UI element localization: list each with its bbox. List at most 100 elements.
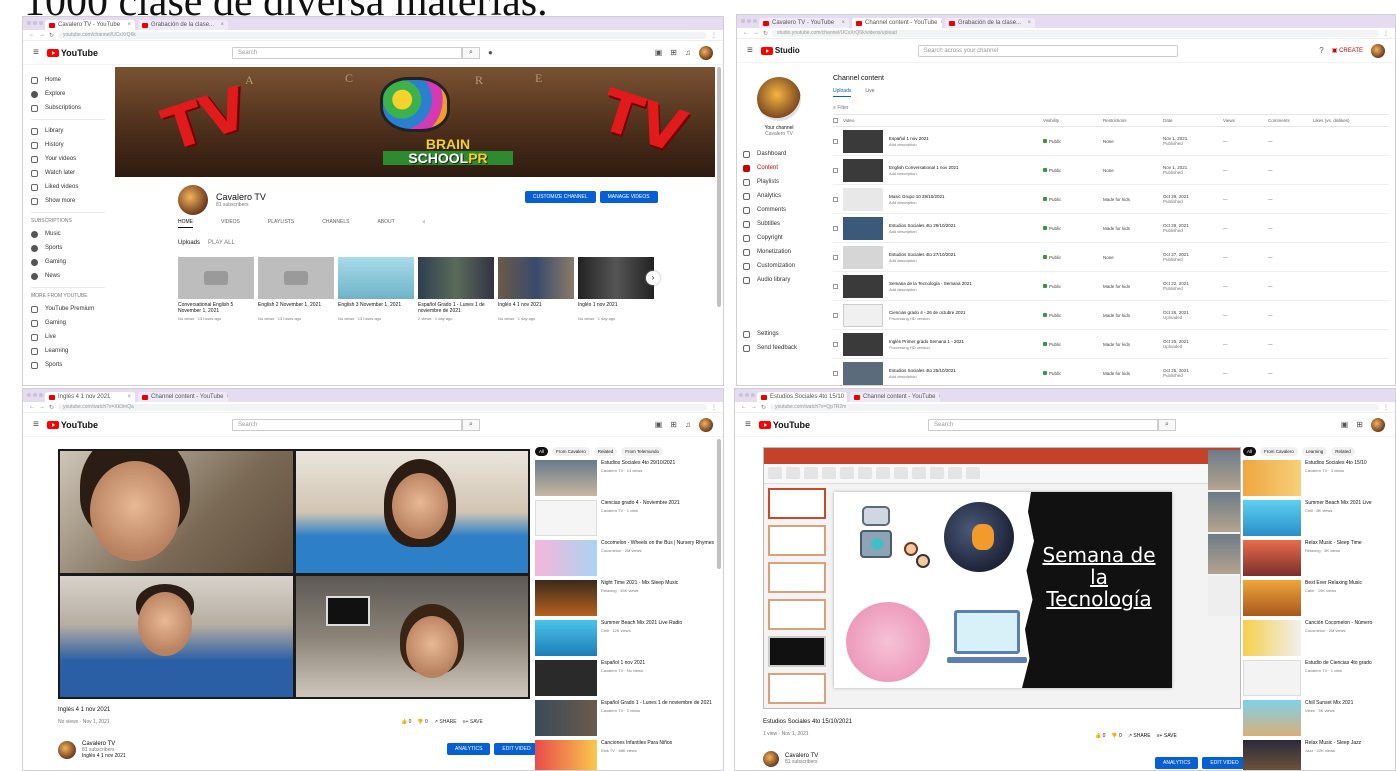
video-thumbnail[interactable] [535,540,597,576]
forward-icon[interactable]: → [751,404,757,410]
back-icon[interactable]: ← [743,30,749,36]
sidebar-item-explore[interactable]: Explore [31,87,105,101]
channel-avatar[interactable] [757,77,801,121]
chip[interactable]: From Telemundo [621,447,663,456]
channel-search-icon[interactable]: ⌕ [423,219,426,228]
edit-video-button[interactable]: EDIT VIDEO [1202,757,1247,769]
reload-icon[interactable]: ↻ [49,404,54,411]
search-button[interactable]: ⌕ [462,418,481,431]
video-card[interactable]: Inglés 1 nov 2021 No views · 1 day ago [578,257,654,321]
sidebar-item-home[interactable]: Home [31,73,105,87]
share-button[interactable]: ↗ SHARE [434,719,457,725]
search-button[interactable]: ⌕ [1158,418,1177,431]
window-controls[interactable] [27,21,43,25]
video-card[interactable]: English 3 November 1, 2021 No views · 13 … [338,257,414,321]
video-thumbnail[interactable] [578,257,654,299]
forward-icon[interactable]: → [753,30,759,36]
share-button[interactable]: ↗ SHARE [1128,733,1151,739]
list-item[interactable]: Summer Beach Mix 2021 Live Chill · 8K vie… [1243,500,1393,536]
video-thumbnail[interactable] [1243,580,1301,616]
window-controls[interactable] [741,19,757,23]
window-controls[interactable] [27,393,43,397]
account-avatar[interactable] [699,45,713,60]
video-thumbnail[interactable] [535,580,597,616]
list-item[interactable]: Español Grado 1 - Lunes 1 de noviembre d… [535,700,715,736]
close-tab-icon[interactable]: × [841,20,845,26]
analytics-button[interactable]: ANALYTICS [447,743,491,755]
table-row[interactable]: Estudios Sociales 4to 29/10/2021 Add desc… [833,214,1389,243]
sidebar-more-live[interactable]: Live [31,330,105,344]
reload-icon[interactable]: ↻ [761,404,766,411]
nav-dashboard[interactable]: Dashboard [743,147,815,161]
tab-uploads[interactable]: Uploads [833,88,852,97]
url-field[interactable]: youtube.com/channel/UCxXrQ6k [58,31,707,39]
url-field[interactable]: youtube.com/watch?v=Qp7R2m [770,403,1379,411]
nav-monetization[interactable]: Monetization [743,245,815,259]
video-thumbnail[interactable] [843,129,883,153]
menu-icon[interactable]: ≡ [33,419,39,430]
browser-tab[interactable]: Estudios Sociales 4to 15/10× [757,392,847,402]
nav-comments[interactable]: Comments [743,203,815,217]
close-tab-icon[interactable]: × [941,20,942,26]
sidebar-item-watch-later[interactable]: Watch later [31,166,105,180]
table-row[interactable]: Estudios Sociales 4to 25/10/2021 Add desc… [833,359,1389,385]
video-thumbnail[interactable] [535,740,597,770]
tab-playlists[interactable]: PLAYLISTS [268,219,294,228]
video-thumbnail[interactable] [843,216,883,240]
sidebar-item-liked[interactable]: Liked videos [31,180,105,194]
video-thumbnail[interactable] [1243,740,1301,770]
account-avatar[interactable] [1371,43,1385,58]
save-button[interactable]: ≡+ SAVE [463,719,483,725]
nav-content[interactable]: Content [743,161,815,175]
video-card[interactable]: Conversational English 5 November 1, 202… [178,257,254,321]
list-item[interactable]: Estudios Sociales 4to 29/10/2021 Cavalero… [535,460,715,496]
nav-copyright[interactable]: Copyright [743,231,815,245]
nav-settings[interactable]: Settings [743,327,815,341]
search-button[interactable]: ⌕ [462,46,481,59]
back-icon[interactable]: ← [29,32,35,38]
url-field[interactable]: studio.youtube.com/channel/UCxXrQ6k/vide… [772,29,1379,37]
filter-bar[interactable]: ≡ Filter [833,105,1389,115]
extensions-icon[interactable]: ⋮ [1383,30,1389,37]
menu-icon[interactable]: ≡ [747,45,753,56]
row-checkbox[interactable] [833,370,838,376]
sidebar-item-history[interactable]: History [31,138,105,152]
tab-live[interactable]: Live [865,88,874,97]
customize-channel-button[interactable]: CUSTOMIZE CHANNEL [525,191,596,203]
table-row[interactable]: Ciencias grado 4 - 26 de octubre 2021 Pro… [833,301,1389,330]
channel-avatar[interactable] [178,185,208,215]
account-avatar[interactable] [699,417,713,432]
studio-search-input[interactable]: Search across your channel [917,44,1178,57]
browser-tab[interactable]: Channel content - YouTube× [850,392,940,402]
browser-tab[interactable]: Grabación de la clase... × [945,18,1035,28]
scrollbar[interactable] [717,439,721,569]
sidebar-item-your-videos[interactable]: Your videos [31,152,105,166]
row-checkbox[interactable] [833,225,838,231]
video-thumbnail[interactable] [535,500,597,536]
nav-playlists[interactable]: Playlists [743,175,815,189]
list-item[interactable]: Best Ever Relaxing Music Calm · 19K views [1243,580,1393,616]
search-input[interactable]: Search [232,46,463,59]
like-button[interactable]: 👍 0 [1095,733,1105,739]
url-field[interactable]: youtube.com/watch?v=Xk3mQa [58,403,707,411]
play-all-button[interactable]: PLAY ALL [208,240,235,246]
scrollbar[interactable] [717,67,721,307]
row-checkbox[interactable] [833,196,838,202]
channel-avatar[interactable] [763,751,779,767]
list-item[interactable]: Relax Music - Sleep Jazz Jazz · 22K views [1243,740,1393,770]
chip[interactable]: Related [1331,447,1355,456]
list-item[interactable]: Ciencias grado 4 - Noviembre 2021 Cavaler… [535,500,715,536]
list-item[interactable]: Summer Beach Mix 2021 Live Radio Chill · … [535,620,715,656]
back-icon[interactable]: ← [29,404,35,410]
youtube-logo[interactable]: YouTube [758,420,810,430]
video-thumbnail[interactable] [535,460,597,496]
row-checkbox[interactable] [833,254,838,260]
table-row[interactable]: Music Grupo 10 29/10/2021 Add description… [833,185,1389,214]
extensions-icon[interactable]: ⋮ [711,32,717,39]
search-input[interactable]: Search [232,418,463,431]
menu-icon[interactable]: ≡ [745,419,751,430]
chevron-right-icon[interactable]: › [646,271,660,285]
manage-videos-button[interactable]: MANAGE VIDEOS [599,191,658,203]
sidebar-item-show-more[interactable]: Show more [31,194,105,208]
video-thumbnail[interactable] [843,303,883,327]
